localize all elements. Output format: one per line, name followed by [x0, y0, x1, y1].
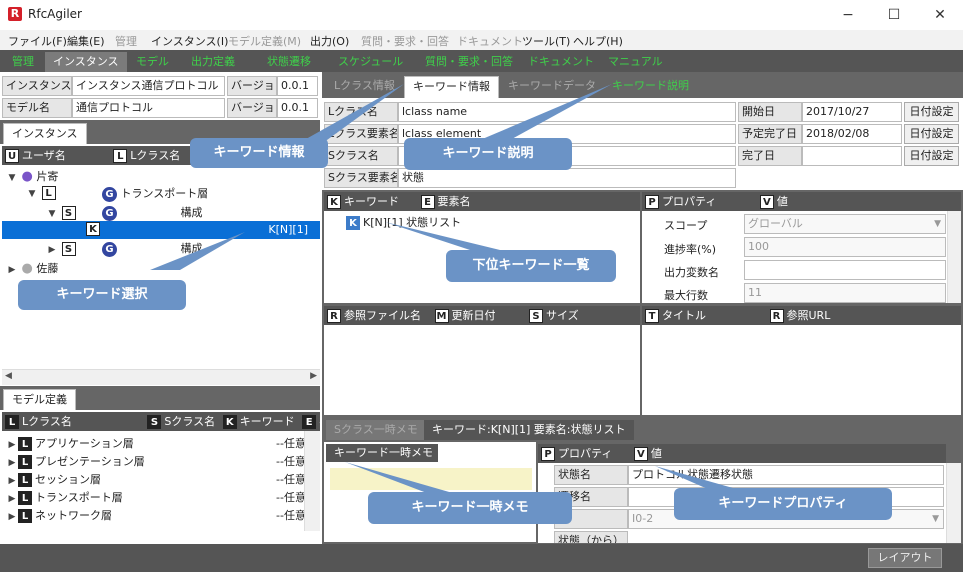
pointer-kw-prop — [655, 466, 740, 490]
pointer-kw-desc — [480, 84, 612, 140]
pointer-kw-list — [385, 222, 500, 250]
app-window: R RfcAgiler − ☐ ✕ ファイル(F) 編集(E) 管理 インスタン… — [0, 0, 963, 572]
callout-keyword-list: 下位キーワード一覧 — [446, 250, 616, 282]
callout-keyword-desc: キーワード説明 — [404, 138, 572, 170]
callout-keyword-info: キーワード情報 — [190, 138, 328, 168]
callout-keyword-prop: キーワードプロパティ — [674, 488, 892, 520]
callout-keyword-memo: キーワード一時メモ — [368, 492, 572, 524]
pointer-kw-select — [150, 232, 245, 270]
callout-keyword-select: キーワード選択 — [18, 280, 186, 310]
